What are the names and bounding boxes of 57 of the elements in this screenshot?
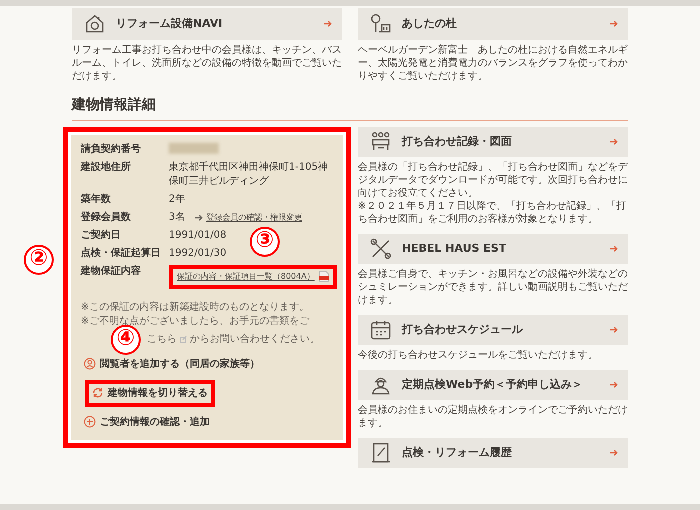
arrow-icon: [610, 448, 618, 457]
plus-circle-icon: [84, 416, 96, 428]
field-label: 登録会員数: [81, 210, 132, 225]
pdf-icon: [318, 271, 329, 282]
tools-icon: [370, 238, 392, 260]
section-title: 建物情報詳細: [72, 96, 157, 115]
action-link[interactable]: ご契約情報の確認・追加: [81, 412, 213, 432]
link-arrow-icon: [195, 214, 204, 222]
description-text: 会員様の「打ち合わせ記録」、「打ち合わせ図面」などをデジタルデータでダウンロードが可能です。次回打ち合わせに向けてお役立てください。: [358, 160, 628, 200]
members-link[interactable]: 登録会員の確認・権限変更: [206, 210, 302, 225]
tree-building-icon: [370, 13, 392, 35]
arrow-icon: [324, 20, 332, 28]
field-label: 点検・保証起算日: [81, 246, 162, 261]
link-card[interactable]: リフォーム設備NAVI: [72, 8, 342, 40]
refresh-icon: [92, 387, 104, 400]
description-text: 会員様ご自身で、キッチン・お風呂などの設備や外装などのシュミレーションができます。詳しい動画説明もご覧いただけます。: [358, 268, 628, 307]
link-card[interactable]: HEBEL HAUS EST: [358, 234, 628, 264]
house-icon: [84, 13, 106, 35]
person-circle-icon: [84, 358, 96, 370]
link-card[interactable]: あしたの杜: [358, 8, 628, 40]
contact-link[interactable]: こちら: [147, 332, 177, 347]
field-label: 建設地住所: [81, 160, 132, 175]
field-value: 1992/01/30: [169, 246, 227, 261]
calendar-icon: [370, 318, 392, 341]
note-text: からお問い合わせください。: [190, 332, 320, 347]
link-card[interactable]: 点検・リフォーム履歴: [358, 438, 628, 468]
note-text: ※この保証の内容は新築建設時のものとなります。: [81, 302, 310, 313]
description-text: ヘーベルガーデン新富士 あしたの杜における自然エネルギー、太陽光発電と消費電力のバランスをグラフを使ってわかりやすくご覧いただけます。: [358, 44, 628, 83]
link-card[interactable]: 打ち合わせスケジュール: [358, 314, 628, 345]
external-link-icon: [180, 336, 187, 344]
annotation-number: ④: [111, 324, 141, 355]
arrow-icon: [610, 20, 618, 28]
people-meeting-icon: [370, 130, 392, 153]
field-value: 2年: [169, 192, 186, 207]
field-label: ご契約日: [81, 228, 122, 243]
link-card[interactable]: 定期点検Web予約＜予約申し込み＞: [358, 370, 628, 400]
action-link[interactable]: 建物情報を切り替える: [85, 380, 215, 407]
arrow-icon: [610, 138, 618, 146]
document-pen-icon: [370, 442, 392, 464]
arrow-icon: [610, 326, 618, 334]
field-value: 1991/01/08: [169, 228, 227, 243]
link-card[interactable]: 打ち合わせ記録・図面: [358, 126, 628, 157]
field-label: 請負契約番号: [81, 142, 142, 157]
field-value: 3名: [169, 210, 186, 225]
redacted-value: [169, 142, 219, 154]
description-text: 会員様のお住まいの定期点検をオンラインでご予約いただけます。: [358, 404, 628, 430]
annotation-number: ②: [24, 244, 54, 275]
description-text: ※２０２１年５月１７日以降で、「打ち合わせ記録」、「打ち合わせ図面」をご利用のお客様が対象となります。: [358, 200, 628, 226]
note-text: ※ご不明な点がございましたら、お手元の書類をご: [81, 316, 310, 327]
field-value: 東京都千代田区神田神保町1-105神保町三井ビルディング: [169, 160, 330, 189]
action-link[interactable]: 閲覧者を追加する（同居の家族等）: [81, 354, 263, 374]
description-text: リフォーム工事お打ち合わせ中の会員様は、キッチン、バスルーム、トイレ、洗面所などの設備の特徴を動画でご覧いただけます。: [72, 44, 342, 83]
field-label: 築年数: [81, 192, 112, 207]
arrow-icon: [610, 380, 618, 389]
arrow-icon: [610, 244, 618, 253]
field-label: 建物保証内容: [81, 264, 142, 279]
description-text: 今後の打ち合わせスケジュールをご覧いただけます。: [358, 348, 599, 362]
